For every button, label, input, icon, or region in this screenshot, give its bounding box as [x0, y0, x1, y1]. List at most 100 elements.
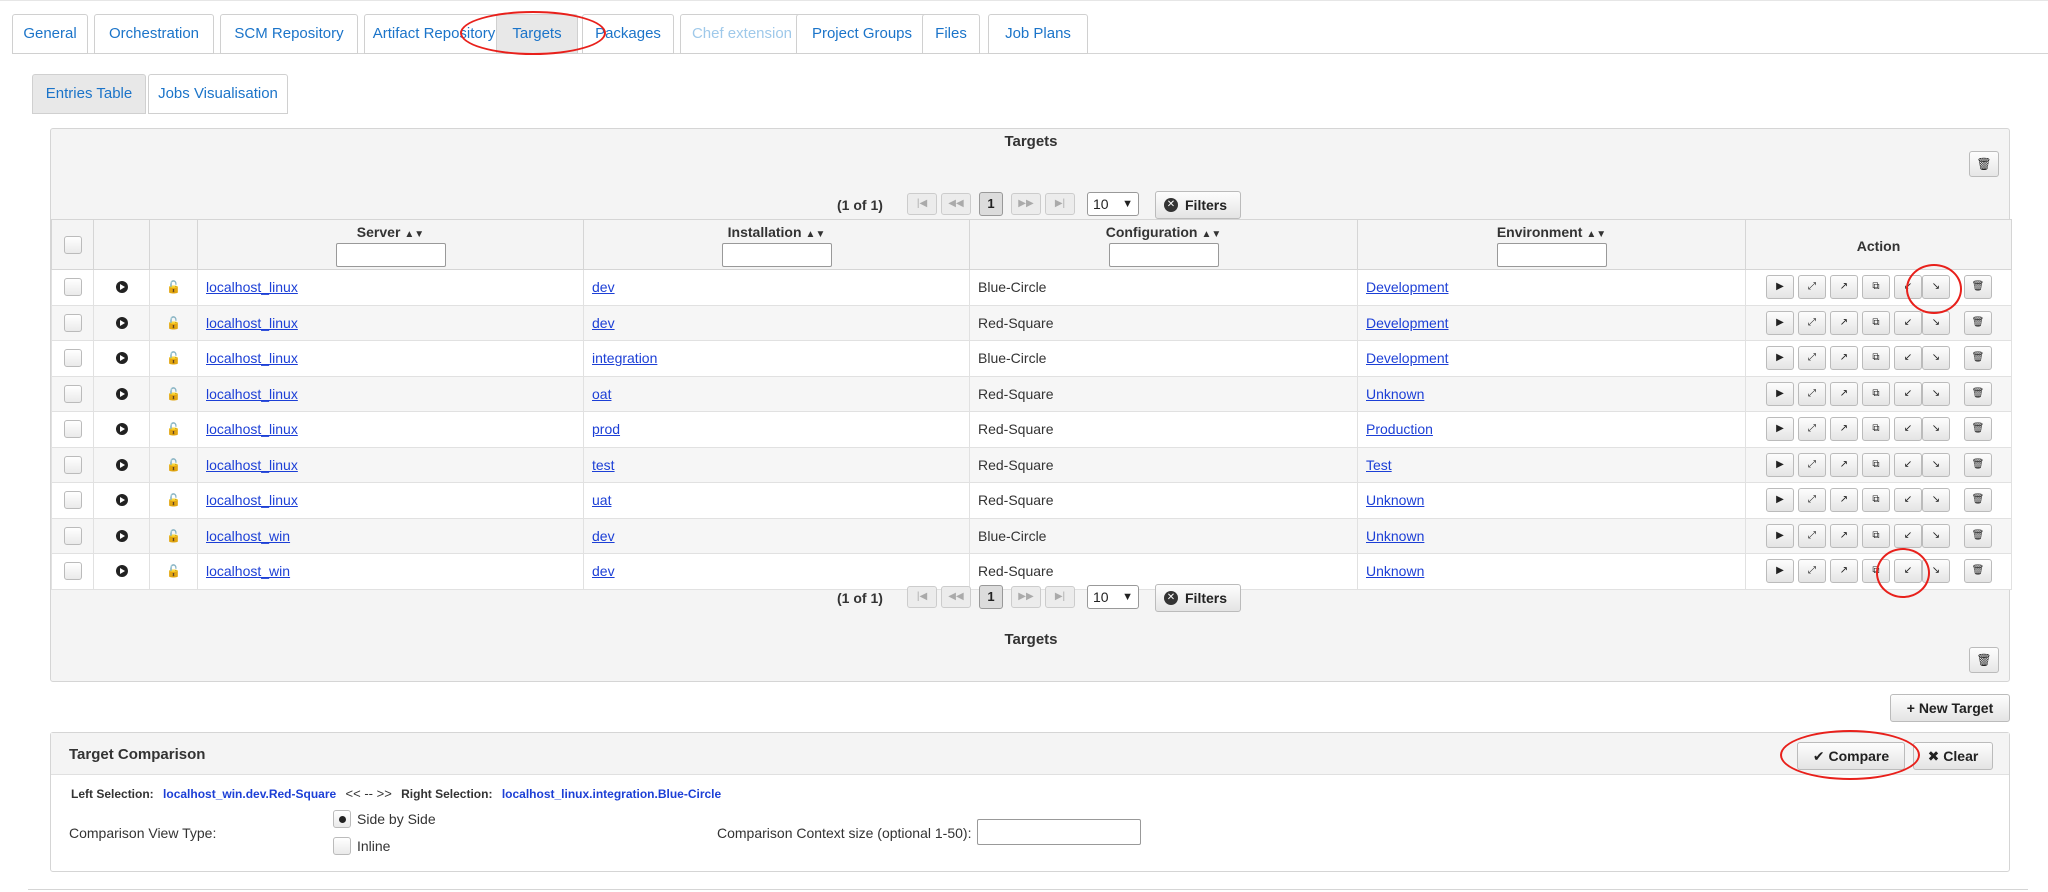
filters-button[interactable]: ✕ Filters: [1155, 584, 1241, 612]
run-button[interactable]: ▶: [1766, 523, 1794, 548]
environment-link[interactable]: Development: [1366, 279, 1449, 295]
last-page-button[interactable]: ▶|: [1045, 193, 1075, 215]
next-page-button[interactable]: ▶▶: [1011, 586, 1041, 608]
column-configuration[interactable]: Configuration ▲▼: [969, 219, 1358, 270]
compare-right-button[interactable]: ↘: [1922, 275, 1950, 300]
run-button[interactable]: ▶: [1766, 310, 1794, 335]
unlock-icon[interactable]: 🔓: [158, 564, 189, 578]
environment-link[interactable]: Unknown: [1366, 386, 1424, 402]
deploy-button[interactable]: ↗: [1830, 452, 1858, 477]
compare-right-button[interactable]: ↘: [1922, 523, 1950, 548]
deploy-button[interactable]: ↗: [1830, 275, 1858, 300]
delete-row-button[interactable]: 🗑: [1964, 275, 1992, 300]
installation-link[interactable]: integration: [592, 350, 657, 366]
column-environment[interactable]: Environment ▲▼: [1357, 219, 1746, 270]
rows-per-page-select[interactable]: 10 ▼: [1087, 192, 1139, 216]
run-button[interactable]: ▶: [1766, 559, 1794, 584]
compare-left-button[interactable]: ↙: [1894, 310, 1922, 335]
next-page-button[interactable]: ▶▶: [1011, 193, 1041, 215]
delete-row-button[interactable]: 🗑: [1964, 310, 1992, 335]
environment-link[interactable]: Development: [1366, 350, 1449, 366]
copy-button[interactable]: ⧉: [1862, 346, 1890, 371]
page-number-button[interactable]: 1: [979, 192, 1003, 216]
deploy-button[interactable]: ↗: [1830, 559, 1858, 584]
page-number-button[interactable]: 1: [979, 585, 1003, 609]
edit-button[interactable]: ⤢: [1798, 559, 1826, 584]
inline-radio[interactable]: [333, 837, 351, 855]
edit-button[interactable]: ⤢: [1798, 346, 1826, 371]
play-circle-icon[interactable]: [115, 494, 128, 507]
row-checkbox[interactable]: [63, 455, 82, 474]
first-page-button[interactable]: |◀: [907, 586, 937, 608]
server-link[interactable]: localhost_linux: [206, 386, 298, 402]
play-circle-icon[interactable]: [115, 316, 128, 329]
delete-row-button[interactable]: 🗑: [1964, 381, 1992, 406]
play-circle-icon[interactable]: [115, 423, 128, 436]
server-link[interactable]: localhost_linux: [206, 315, 298, 331]
copy-button[interactable]: ⧉: [1862, 452, 1890, 477]
delete-row-button[interactable]: 🗑: [1964, 346, 1992, 371]
run-button[interactable]: ▶: [1766, 346, 1794, 371]
compare-left-button[interactable]: ↙: [1894, 559, 1922, 584]
delete-all-button[interactable]: 🗑: [1969, 151, 1999, 177]
select-all-checkbox[interactable]: [63, 235, 82, 254]
delete-row-button[interactable]: 🗑: [1964, 417, 1992, 442]
tab-job-plans[interactable]: Job Plans: [988, 14, 1088, 54]
copy-button[interactable]: ⧉: [1862, 523, 1890, 548]
row-checkbox[interactable]: [63, 420, 82, 439]
installation-link[interactable]: prod: [592, 421, 620, 437]
installation-link[interactable]: oat: [592, 386, 611, 402]
installation-link[interactable]: uat: [592, 492, 611, 508]
first-page-button[interactable]: |◀: [907, 193, 937, 215]
tab-files[interactable]: Files: [922, 14, 980, 54]
tab-entries-table[interactable]: Entries Table: [32, 74, 146, 114]
edit-button[interactable]: ⤢: [1798, 523, 1826, 548]
delete-row-button[interactable]: 🗑: [1964, 488, 1992, 513]
unlock-icon[interactable]: 🔓: [158, 387, 189, 401]
deploy-button[interactable]: ↗: [1830, 310, 1858, 335]
installation-link[interactable]: dev: [592, 279, 615, 295]
environment-filter-input[interactable]: [1496, 243, 1607, 267]
environment-link[interactable]: Production: [1366, 421, 1433, 437]
installation-link[interactable]: dev: [592, 563, 615, 579]
row-checkbox[interactable]: [63, 278, 82, 297]
tab-targets[interactable]: Targets: [496, 14, 578, 54]
play-circle-icon[interactable]: [115, 387, 128, 400]
compare-right-button[interactable]: ↘: [1922, 310, 1950, 335]
delete-row-button[interactable]: 🗑: [1964, 452, 1992, 477]
server-link[interactable]: localhost_linux: [206, 457, 298, 473]
deploy-button[interactable]: ↗: [1830, 417, 1858, 442]
server-link[interactable]: localhost_linux: [206, 492, 298, 508]
delete-all-button[interactable]: 🗑: [1969, 647, 1999, 673]
column-installation[interactable]: Installation ▲▼: [583, 219, 970, 270]
installation-link[interactable]: dev: [592, 528, 615, 544]
environment-link[interactable]: Unknown: [1366, 492, 1424, 508]
unlock-icon[interactable]: 🔓: [158, 422, 189, 436]
copy-button[interactable]: ⧉: [1862, 559, 1890, 584]
rows-per-page-select[interactable]: 10 ▼: [1087, 585, 1139, 609]
tab-scm-repository[interactable]: SCM Repository: [220, 14, 358, 54]
clear-button[interactable]: ✖ Clear: [1913, 742, 1993, 770]
row-checkbox[interactable]: [63, 313, 82, 332]
new-target-button[interactable]: + New Target: [1890, 694, 2010, 722]
server-link[interactable]: localhost_linux: [206, 421, 298, 437]
copy-button[interactable]: ⧉: [1862, 275, 1890, 300]
edit-button[interactable]: ⤢: [1798, 417, 1826, 442]
unlock-icon[interactable]: 🔓: [158, 280, 189, 294]
installation-filter-input[interactable]: [721, 243, 832, 267]
compare-right-button[interactable]: ↘: [1922, 417, 1950, 442]
compare-left-button[interactable]: ↙: [1894, 488, 1922, 513]
edit-button[interactable]: ⤢: [1798, 381, 1826, 406]
compare-left-button[interactable]: ↙: [1894, 275, 1922, 300]
compare-left-button[interactable]: ↙: [1894, 417, 1922, 442]
delete-row-button[interactable]: 🗑: [1964, 523, 1992, 548]
compare-left-button[interactable]: ↙: [1894, 452, 1922, 477]
tab-artifact-repository[interactable]: Artifact Repository: [364, 14, 504, 54]
unlock-icon[interactable]: 🔓: [158, 351, 189, 365]
server-filter-input[interactable]: [335, 243, 446, 267]
play-circle-icon[interactable]: [115, 565, 128, 578]
play-circle-icon[interactable]: [115, 281, 128, 294]
copy-button[interactable]: ⧉: [1862, 488, 1890, 513]
edit-button[interactable]: ⤢: [1798, 310, 1826, 335]
row-checkbox[interactable]: [63, 491, 82, 510]
